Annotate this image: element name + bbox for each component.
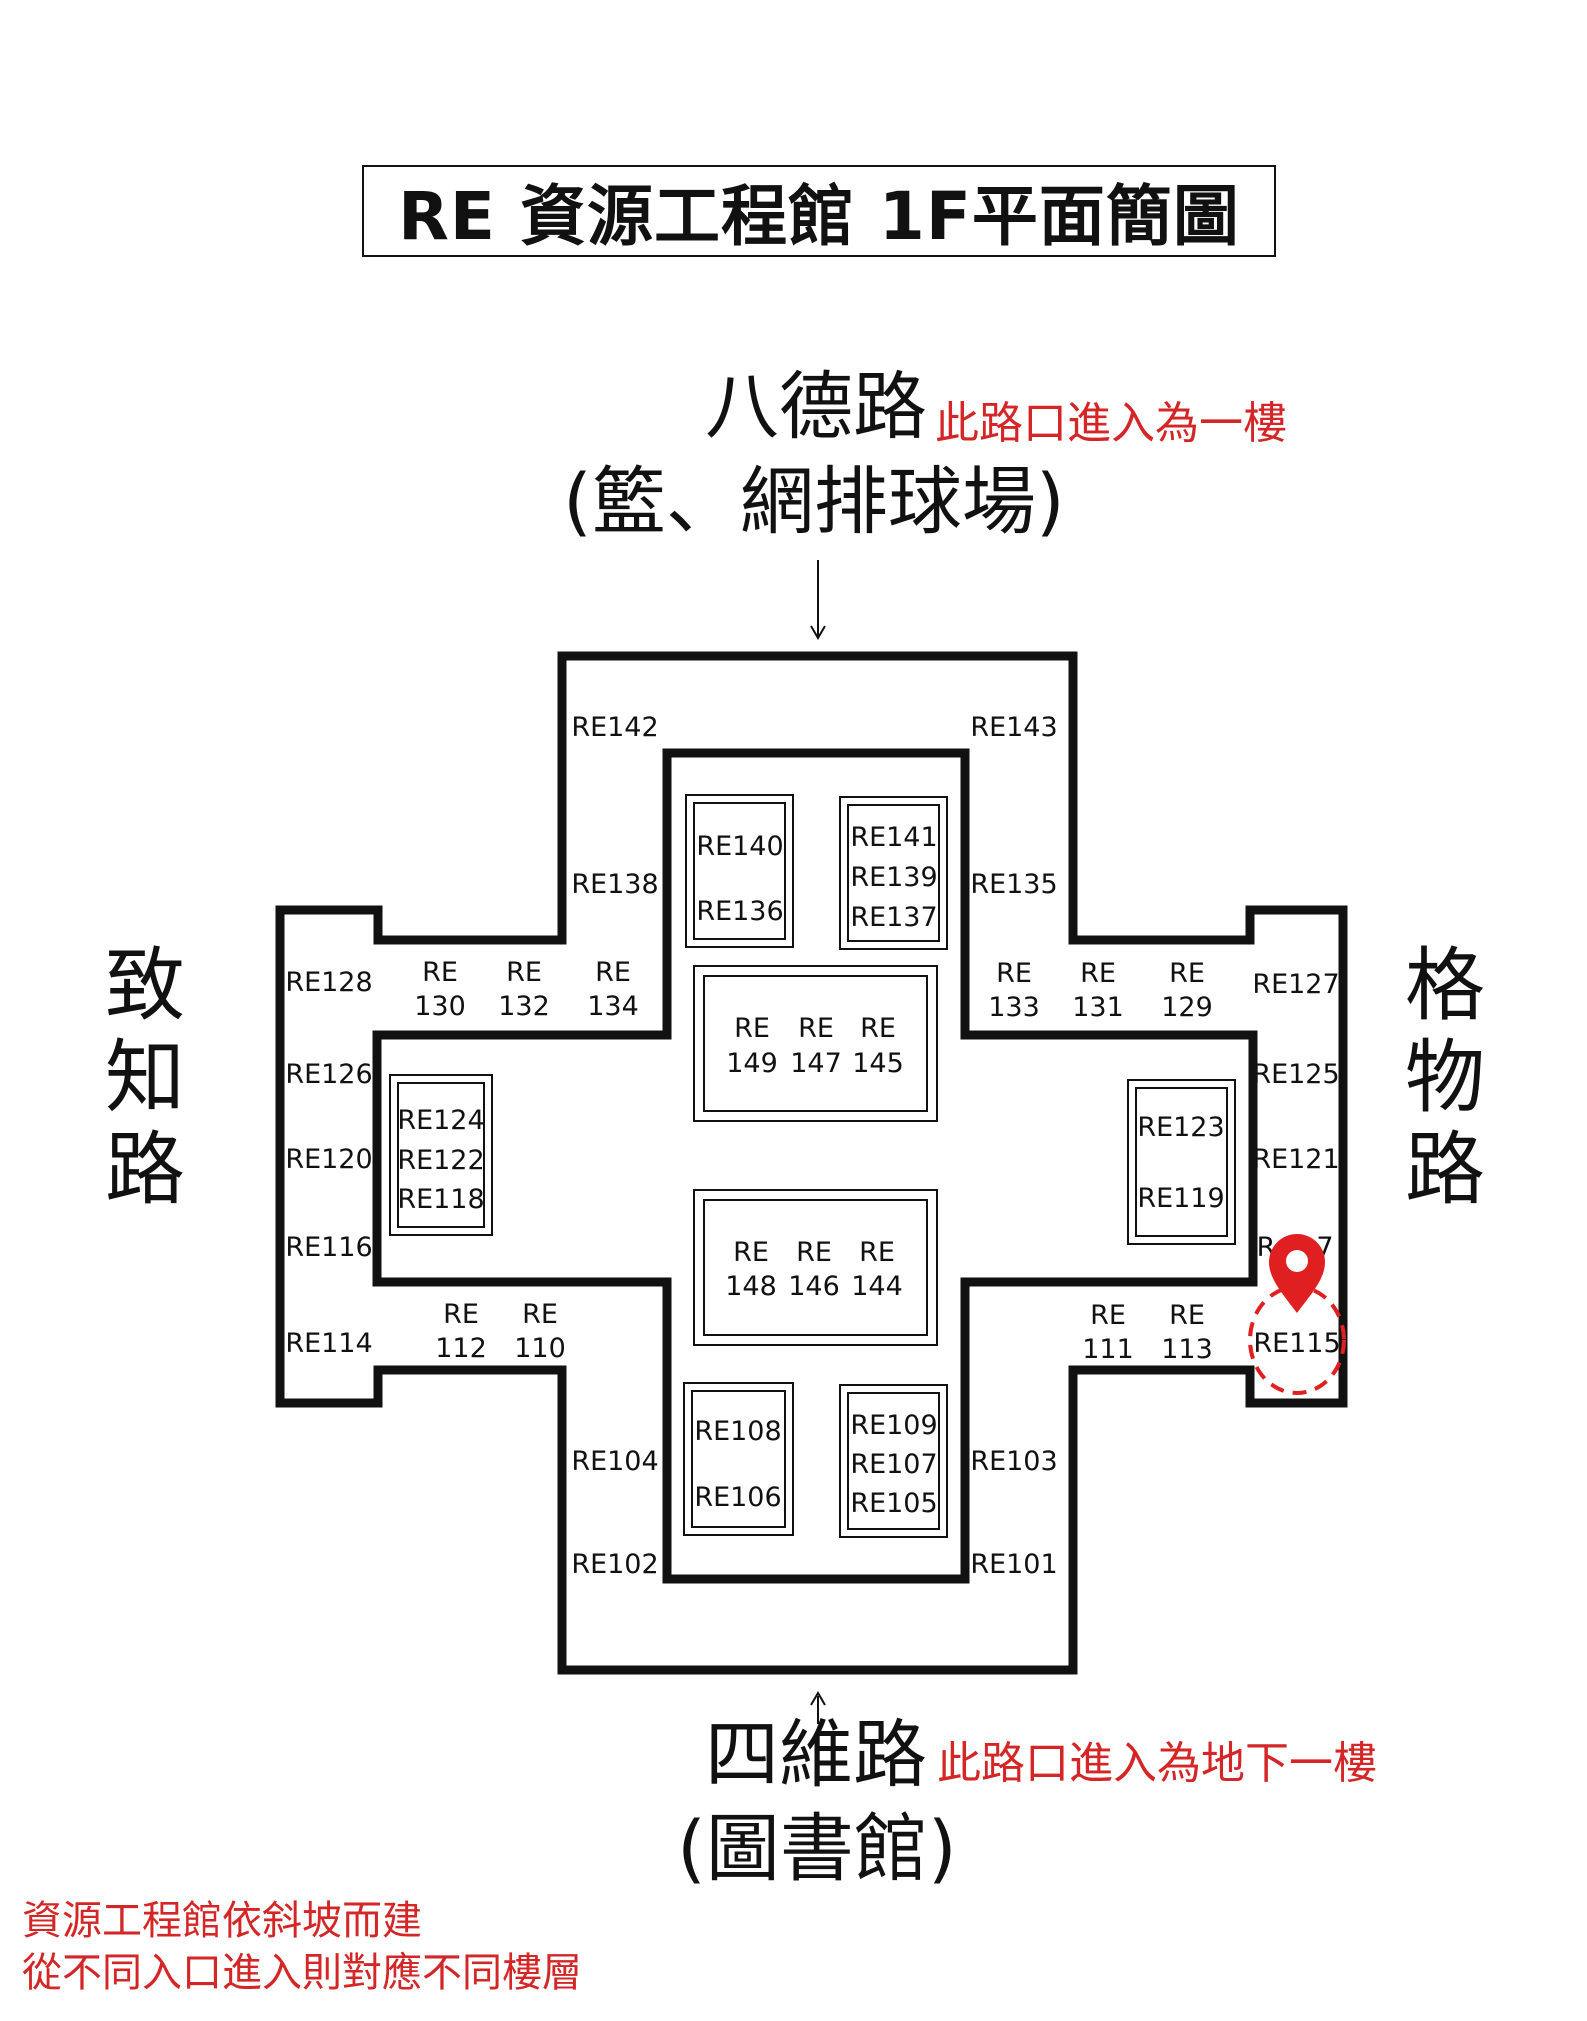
svg-text:RE: RE — [422, 957, 458, 988]
svg-text:RE: RE — [522, 1299, 558, 1330]
room-re115: RE115 — [1253, 1328, 1340, 1359]
room-re135: RE135 — [970, 869, 1057, 900]
room-re142: RE142 — [571, 712, 658, 743]
svg-text:RE139: RE139 — [850, 862, 937, 893]
svg-text:RE: RE — [595, 957, 631, 988]
room-re143: RE143 — [970, 712, 1057, 743]
svg-text:147: 147 — [790, 1048, 842, 1079]
svg-text:RE: RE — [1169, 958, 1205, 989]
svg-text:133: 133 — [988, 992, 1040, 1023]
svg-text:RE118: RE118 — [397, 1184, 484, 1215]
room-box-123-119 — [1127, 1079, 1236, 1245]
room-re120: RE120 — [285, 1144, 372, 1175]
svg-text:RE137: RE137 — [850, 902, 937, 933]
svg-text:RE122: RE122 — [397, 1145, 484, 1176]
labels-box-123-119: RE123 RE119 — [1137, 1112, 1224, 1214]
svg-text:149: 149 — [726, 1048, 778, 1079]
room-re133: RE 133 — [988, 958, 1040, 1023]
room-re129: RE 129 — [1161, 958, 1213, 1023]
svg-text:111: 111 — [1082, 1334, 1134, 1365]
room-re111: RE 111 — [1082, 1300, 1134, 1365]
room-re125: RE125 — [1252, 1059, 1339, 1090]
svg-text:110: 110 — [514, 1333, 566, 1364]
svg-text:148: 148 — [725, 1271, 777, 1302]
map-pin-icon — [1269, 1234, 1325, 1313]
floor-plan: RE142 RE143 RE138 RE135 RE128 RE127 RE12… — [275, 560, 1348, 1724]
svg-text:145: 145 — [852, 1048, 904, 1079]
svg-text:113: 113 — [1161, 1334, 1213, 1365]
svg-text:146: 146 — [788, 1271, 840, 1302]
labels-box-124-122-118: RE124 RE122 RE118 — [397, 1105, 484, 1215]
svg-text:RE105: RE105 — [850, 1488, 937, 1519]
room-re128: RE128 — [285, 967, 372, 998]
svg-text:RE: RE — [1090, 1300, 1126, 1331]
room-re102: RE102 — [571, 1549, 658, 1580]
labels-box-149-147-145: RE RE RE 149 147 145 — [726, 1013, 904, 1079]
room-re130: RE 130 — [414, 957, 466, 1022]
room-re114: RE114 — [285, 1328, 372, 1359]
labels-box-148-146-144: RE RE RE 148 146 144 — [725, 1237, 903, 1302]
svg-text:RE136: RE136 — [696, 896, 783, 927]
labels-box-141-139-137: RE141 RE139 RE137 — [850, 822, 937, 933]
svg-text:RE: RE — [443, 1299, 479, 1330]
svg-text:130: 130 — [414, 991, 466, 1022]
room-re112: RE 112 — [435, 1299, 487, 1364]
svg-text:129: 129 — [1161, 992, 1213, 1023]
svg-text:RE140: RE140 — [696, 831, 783, 862]
svg-text:RE: RE — [996, 958, 1032, 989]
svg-text:RE108: RE108 — [694, 1416, 781, 1447]
svg-text:RE: RE — [733, 1237, 769, 1268]
room-re103: RE103 — [970, 1446, 1057, 1477]
svg-text:RE123: RE123 — [1137, 1112, 1224, 1143]
svg-text:134: 134 — [587, 991, 639, 1022]
room-re138: RE138 — [571, 869, 658, 900]
room-re131: RE 131 — [1072, 958, 1124, 1023]
room-re127: RE127 — [1252, 969, 1339, 1000]
room-re134: RE 134 — [587, 957, 639, 1022]
courtyard-inner-wall — [372, 748, 1258, 1584]
svg-text:RE: RE — [734, 1013, 770, 1044]
svg-text:RE107: RE107 — [850, 1449, 937, 1480]
svg-text:RE141: RE141 — [850, 822, 937, 853]
labels-box-109-107-105: RE109 RE107 RE105 — [850, 1410, 937, 1519]
room-re113: RE 113 — [1161, 1300, 1213, 1365]
svg-text:RE109: RE109 — [850, 1410, 937, 1441]
svg-text:RE: RE — [1169, 1300, 1205, 1331]
svg-text:RE: RE — [506, 957, 542, 988]
svg-text:RE: RE — [859, 1237, 895, 1268]
svg-text:RE: RE — [860, 1013, 896, 1044]
svg-text:RE: RE — [796, 1237, 832, 1268]
svg-text:131: 131 — [1072, 992, 1124, 1023]
svg-text:RE: RE — [1080, 958, 1116, 989]
labels-box-140-136: RE140 RE136 — [696, 831, 783, 927]
room-re116: RE116 — [285, 1232, 372, 1263]
room-re101: RE101 — [970, 1549, 1057, 1580]
svg-text:RE119: RE119 — [1137, 1183, 1224, 1214]
svg-text:112: 112 — [435, 1333, 487, 1364]
svg-text:132: 132 — [498, 991, 550, 1022]
room-re110: RE 110 — [514, 1299, 566, 1364]
room-re126: RE126 — [285, 1059, 372, 1090]
room-re121: RE121 — [1252, 1144, 1339, 1175]
svg-text:RE: RE — [798, 1013, 834, 1044]
room-re132: RE 132 — [498, 957, 550, 1022]
svg-text:144: 144 — [851, 1271, 903, 1302]
room-re104: RE104 — [571, 1446, 658, 1477]
svg-text:RE106: RE106 — [694, 1482, 781, 1513]
labels-box-108-106: RE108 RE106 — [694, 1416, 781, 1513]
svg-text:RE124: RE124 — [397, 1105, 484, 1136]
